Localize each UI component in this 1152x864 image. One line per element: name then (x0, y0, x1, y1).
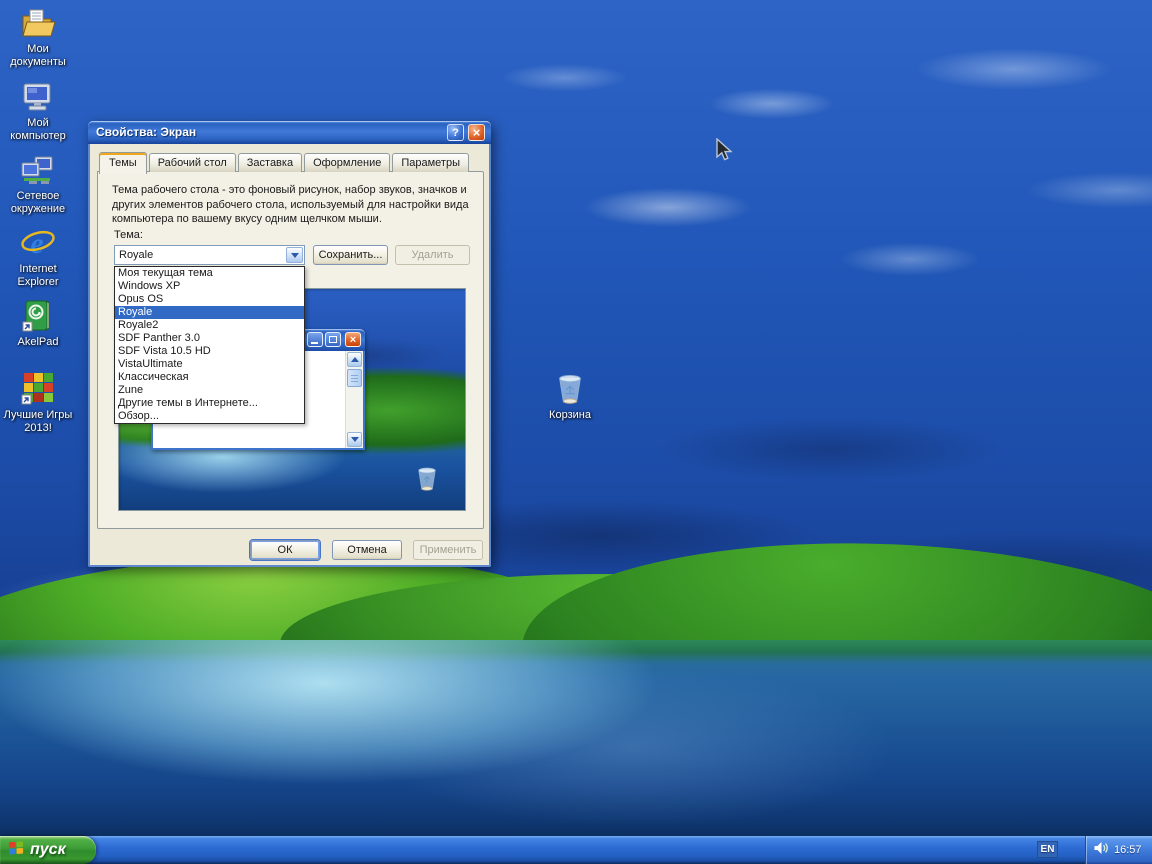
apply-button[interactable]: Применить (413, 540, 483, 560)
icon-label: Мой компьютер (0, 117, 76, 143)
scroll-down-icon (347, 432, 362, 447)
close-icon[interactable] (468, 124, 485, 141)
help-icon[interactable] (447, 124, 464, 141)
theme-list-item[interactable]: Royale2 (115, 319, 304, 332)
tab-appearance[interactable]: Оформление (304, 153, 390, 172)
desktop-icon-my-documents[interactable]: Мои документы (0, 4, 76, 69)
start-button-label: пуск (30, 841, 66, 859)
close-icon (345, 332, 361, 347)
recycle-bin-icon (532, 370, 608, 406)
theme-list-item[interactable]: SDF Panther 3.0 (115, 332, 304, 345)
scrollbar-thumb (347, 369, 362, 387)
tab-settings[interactable]: Параметры (392, 153, 469, 172)
theme-list-item[interactable]: Другие темы в Интернете... (115, 397, 304, 410)
delete-theme-button[interactable]: Удалить (395, 245, 470, 265)
theme-combobox[interactable]: Royale (114, 245, 305, 265)
icon-label: Сетевое окружение (0, 190, 76, 216)
dialog-titlebar[interactable]: Свойства: Экран (88, 121, 491, 144)
ok-button[interactable]: ОК (250, 540, 320, 560)
desktop-icon-akelpad[interactable]: AkelPad (0, 297, 76, 349)
start-button[interactable]: пуск (0, 836, 96, 864)
preview-scrollbar (345, 351, 363, 448)
computer-icon (0, 78, 76, 114)
icon-label: Мои документы (0, 43, 76, 69)
theme-combobox-value: Royale (119, 249, 153, 261)
theme-list-item[interactable]: Opus OS (115, 293, 304, 306)
games-cube-icon (0, 370, 76, 406)
display-properties-dialog: Свойства: Экран Темы Рабочий стол Застав… (88, 121, 491, 567)
theme-list-item[interactable]: Zune (115, 384, 304, 397)
theme-dropdown-list: Моя текущая тема Windows XP Opus OS Roya… (114, 266, 305, 424)
icon-label: Корзина (532, 409, 608, 422)
maximize-icon (325, 332, 341, 347)
desktop: Мои документы Мой компьютер (0, 0, 1152, 864)
tab-desktop[interactable]: Рабочий стол (149, 153, 236, 172)
theme-list-item[interactable]: Моя текущая тема (115, 267, 304, 280)
minimize-icon (307, 332, 323, 347)
tab-screensaver[interactable]: Заставка (238, 153, 302, 172)
language-indicator[interactable]: EN (1037, 841, 1058, 858)
desktop-icon-best-games[interactable]: Лучшие Игры 2013! (0, 370, 76, 435)
icon-label: Лучшие Игры 2013! (0, 409, 76, 435)
notepad-app-icon (0, 297, 76, 333)
cancel-button[interactable]: Отмена (332, 540, 402, 560)
preview-recycle-bin-icon (415, 463, 439, 496)
chevron-down-icon (291, 253, 299, 258)
wallpaper-water (0, 640, 1152, 836)
dialog-tabs: Темы Рабочий стол Заставка Оформление Па… (99, 152, 469, 172)
taskbar-clock[interactable]: 16:57 (1114, 844, 1142, 856)
taskbar: пуск EN 16:57 (0, 836, 1152, 864)
desktop-icon-internet-explorer[interactable]: e Internet Explorer (0, 224, 76, 289)
network-icon (0, 151, 76, 187)
save-theme-button[interactable]: Сохранить... (313, 245, 388, 265)
theme-list-item[interactable]: SDF Vista 10.5 HD (115, 345, 304, 358)
desktop-icon-recycle-bin[interactable]: Корзина (532, 370, 608, 422)
theme-list-item[interactable]: Windows XP (115, 280, 304, 293)
dialog-title: Свойства: Экран (96, 125, 196, 139)
desktop-icon-network-places[interactable]: Сетевое окружение (0, 151, 76, 216)
desktop-icon-my-computer[interactable]: Мой компьютер (0, 78, 76, 143)
theme-list-item[interactable]: Классическая (115, 371, 304, 384)
theme-description: Тема рабочего стола - это фоновый рисуно… (112, 183, 474, 227)
theme-field-label: Тема: (114, 229, 143, 241)
icon-label: Internet Explorer (0, 263, 76, 289)
system-tray: 16:57 (1085, 836, 1152, 864)
windows-flag-icon (8, 840, 25, 861)
tab-themes[interactable]: Темы (99, 152, 147, 174)
icon-label: AkelPad (0, 336, 76, 349)
volume-icon[interactable] (1093, 841, 1109, 860)
scroll-up-icon (347, 352, 362, 367)
theme-list-item-selected[interactable]: Royale (115, 306, 304, 319)
combo-dropdown-button[interactable] (286, 247, 303, 263)
folder-documents-icon (0, 4, 76, 40)
theme-list-item[interactable]: VistaUltimate (115, 358, 304, 371)
theme-list-item[interactable]: Обзор... (115, 410, 304, 423)
ie-icon: e (0, 224, 76, 260)
